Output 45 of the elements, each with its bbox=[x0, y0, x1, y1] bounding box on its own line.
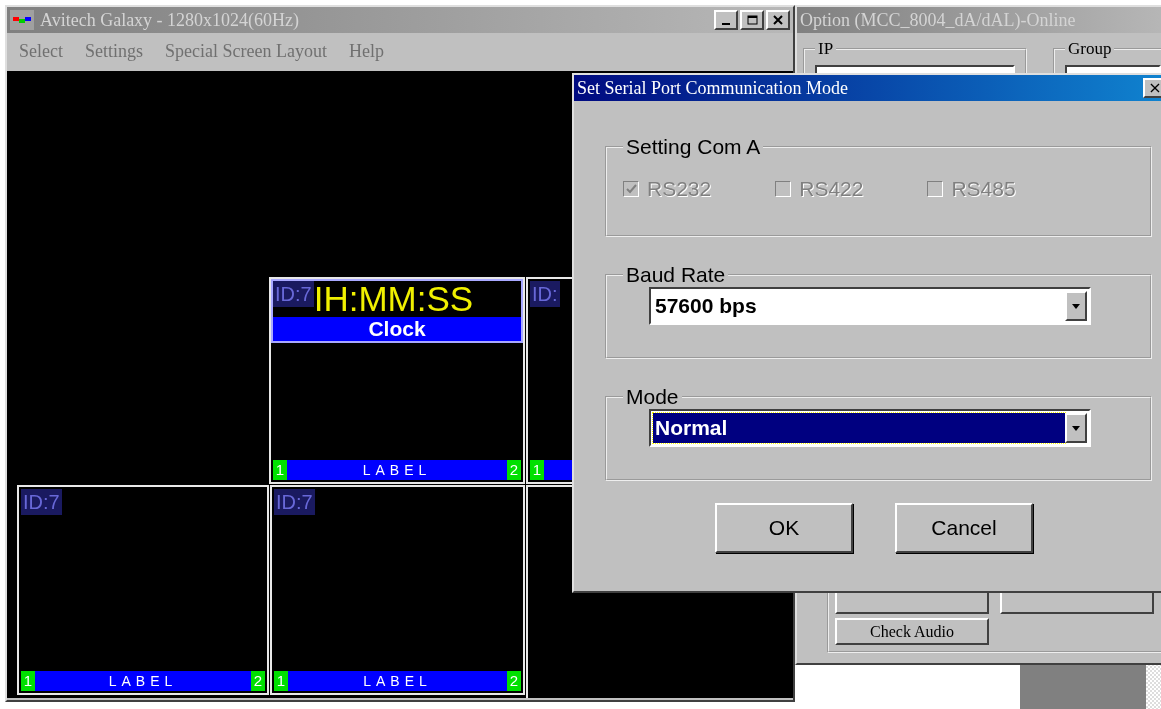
close-button[interactable]: × bbox=[1143, 78, 1161, 98]
ok-button[interactable]: OK bbox=[715, 503, 853, 553]
close-icon bbox=[773, 15, 783, 25]
tile-label: LABEL bbox=[107, 673, 179, 689]
input-number: 1 bbox=[21, 671, 35, 691]
group-title: Baud Rate bbox=[625, 263, 727, 287]
tile-id: ID: bbox=[530, 281, 560, 307]
minimize-button[interactable] bbox=[714, 10, 738, 30]
group-title: Setting Com A bbox=[625, 135, 762, 159]
group-title: Mode bbox=[625, 385, 680, 409]
desktop-pattern bbox=[1146, 664, 1161, 709]
dialog-title: Set Serial Port Communication Mode bbox=[577, 77, 848, 99]
tile-label: LABEL bbox=[362, 673, 433, 689]
group-title: Group bbox=[1067, 39, 1113, 59]
video-tile[interactable]: ID:7 1 LABEL 2 bbox=[270, 485, 525, 695]
tile-label: LABEL bbox=[361, 462, 433, 478]
caret-icon bbox=[1072, 425, 1080, 431]
group-title: IP bbox=[817, 39, 835, 59]
maximize-icon bbox=[746, 15, 758, 25]
dropdown[interactable]: 57600 bps bbox=[649, 287, 1091, 325]
dropdown-button[interactable] bbox=[1065, 413, 1087, 443]
check-audio-button[interactable]: Check Audio bbox=[835, 618, 989, 645]
caret-icon bbox=[1072, 303, 1080, 309]
video-tile[interactable]: ID:7 1 LABEL 2 bbox=[17, 485, 269, 695]
input-number: 2 bbox=[507, 671, 521, 691]
input-number: 1 bbox=[274, 671, 288, 691]
input-number: 2 bbox=[507, 460, 521, 480]
cancel-button[interactable]: Cancel bbox=[895, 503, 1033, 553]
tile-id: ID:7 bbox=[21, 489, 62, 515]
tile-id: ID:7 bbox=[273, 281, 314, 307]
input-number: 2 bbox=[251, 671, 265, 691]
window-title: Option (MCC_8004_dA/dAL)-Online bbox=[800, 9, 1076, 31]
clock-title: Clock bbox=[273, 317, 521, 341]
check-icon bbox=[625, 184, 637, 194]
dropdown[interactable]: Normal bbox=[649, 409, 1091, 447]
close-button[interactable] bbox=[766, 10, 790, 30]
tile-id: ID:7 bbox=[274, 489, 315, 515]
window-title: Avitech Galaxy - 1280x1024(60Hz) bbox=[40, 9, 300, 31]
minimize-icon bbox=[722, 23, 730, 25]
maximize-button[interactable] bbox=[740, 10, 764, 30]
app-icon bbox=[10, 10, 34, 30]
dropdown-button[interactable] bbox=[1065, 291, 1087, 321]
input-number: 1 bbox=[273, 460, 287, 480]
clock-time: IH:MM:SS bbox=[313, 281, 474, 317]
input-number: 1 bbox=[530, 460, 544, 480]
